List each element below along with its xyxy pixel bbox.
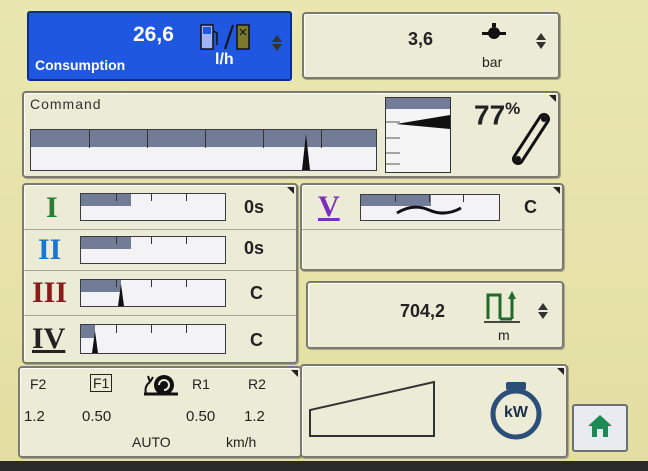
- gear-r1-value: 0.50: [186, 408, 216, 425]
- gear-f2-value: 1.2: [24, 408, 45, 425]
- transmission-panel[interactable]: F2 F1 R1 R2 1.2 0.50 0.50 1.2 AUTO km/h: [18, 366, 302, 458]
- scale-tick: [321, 130, 322, 148]
- depth-panel[interactable]: 704,2 m: [306, 281, 564, 349]
- scale-tick: [263, 130, 264, 148]
- channel-row-5[interactable]: V C: [302, 185, 562, 230]
- channel-bar: [360, 194, 500, 221]
- channel-bar-fill: [81, 194, 131, 206]
- channel-needle: [92, 331, 98, 353]
- gear-r1-label: R1: [192, 376, 210, 392]
- channel-bar-fill: [81, 280, 121, 292]
- gear-f2-label: F2: [30, 376, 47, 392]
- snail-icon: [140, 370, 184, 403]
- tractor-display: 26,6 Consumption l/h 3,6 bar Command 77%…: [0, 0, 648, 471]
- channel-status: C: [524, 197, 537, 217]
- pressure-value: 3,6: [408, 29, 434, 49]
- channel-numeral: IV: [32, 322, 66, 355]
- channel-bar: [80, 324, 226, 354]
- channel-bar: [80, 279, 226, 307]
- depth-arrows-icon[interactable]: [538, 303, 548, 319]
- channel-v-panel[interactable]: V C: [300, 183, 564, 271]
- wave-icon: [396, 205, 462, 215]
- lever-icon: [506, 113, 554, 176]
- channel-row-1[interactable]: I 0s: [24, 185, 296, 230]
- channel-row-2[interactable]: II 0s: [24, 230, 296, 271]
- engine-ramp-icon: [308, 378, 438, 445]
- channel-status: 0s: [244, 197, 265, 217]
- scale-tick: [186, 280, 187, 288]
- depth-value: 704,2: [400, 301, 446, 321]
- command-bar-fill: [31, 130, 376, 147]
- consumption-panel[interactable]: 26,6 Consumption l/h: [27, 11, 292, 81]
- scale-tick: [116, 325, 117, 333]
- channel-numeral: I: [46, 191, 58, 224]
- fuel-pump-icon: [199, 23, 259, 58]
- command-needle: [302, 134, 310, 170]
- command-percent-value: 77: [474, 99, 506, 131]
- corner-marker: [557, 368, 564, 375]
- channel-bar-fill: [81, 237, 131, 249]
- speed-unit: km/h: [226, 434, 257, 450]
- hydraulic-valve-icon: [480, 22, 508, 53]
- channel-numeral: III: [32, 276, 68, 309]
- consumption-arrows-icon[interactable]: [272, 35, 282, 51]
- home-button[interactable]: [572, 404, 628, 452]
- scale-tick: [186, 325, 187, 333]
- channel-bar: [80, 193, 226, 221]
- channel-row-4[interactable]: IV C: [24, 316, 296, 360]
- scale-tick: [151, 280, 152, 288]
- engine-panel[interactable]: kW: [300, 364, 568, 458]
- pressure-panel[interactable]: 3,6 bar: [302, 12, 560, 79]
- channel-status: C: [250, 330, 263, 350]
- scale-tick: [116, 194, 117, 202]
- scale-tick: [147, 130, 148, 148]
- consumption-value: 26,6: [133, 23, 174, 46]
- corner-marker: [291, 370, 298, 377]
- channel-status: C: [250, 283, 263, 303]
- depth-unit: m: [498, 327, 510, 343]
- gear-f1-value: 0.50: [82, 408, 112, 425]
- gear-f1-label[interactable]: F1: [90, 374, 113, 392]
- scale-tick: [186, 237, 187, 245]
- scale-tick: [89, 130, 90, 148]
- command-bar: [30, 129, 377, 171]
- corner-marker: [549, 95, 556, 102]
- channel-needle: [118, 284, 124, 306]
- pressure-unit: bar: [482, 54, 503, 70]
- command-label: Command: [30, 96, 102, 112]
- consumption-label: Consumption: [35, 57, 126, 73]
- gear-r2-value: 1.2: [244, 408, 265, 425]
- scale-tick: [205, 130, 206, 148]
- pressure-arrows-icon[interactable]: [536, 33, 546, 49]
- channel-numeral: II: [38, 233, 62, 266]
- scale-tick: [186, 194, 187, 202]
- gear-r2-label: R2: [248, 376, 266, 392]
- scale-tick: [151, 194, 152, 202]
- transmission-mode: AUTO: [132, 434, 171, 450]
- scale-tick: [151, 237, 152, 245]
- channel-numeral: V: [318, 190, 340, 223]
- scale-tick: [116, 237, 117, 245]
- command-panel[interactable]: Command 77%: [22, 91, 560, 178]
- channels-panel[interactable]: I 0s II 0s III C IV C: [22, 183, 298, 364]
- channel-bar: [80, 236, 226, 264]
- command-gauge: [385, 97, 451, 173]
- screen-bezel: [0, 461, 648, 471]
- channel-row-3[interactable]: III C: [24, 271, 296, 316]
- home-icon: [586, 413, 614, 444]
- hitch-height-icon: [482, 289, 522, 328]
- scale-tick: [151, 325, 152, 333]
- channel-status: 0s: [244, 238, 265, 258]
- scale-tick: [116, 280, 117, 288]
- engine-power-label: kW: [504, 404, 528, 421]
